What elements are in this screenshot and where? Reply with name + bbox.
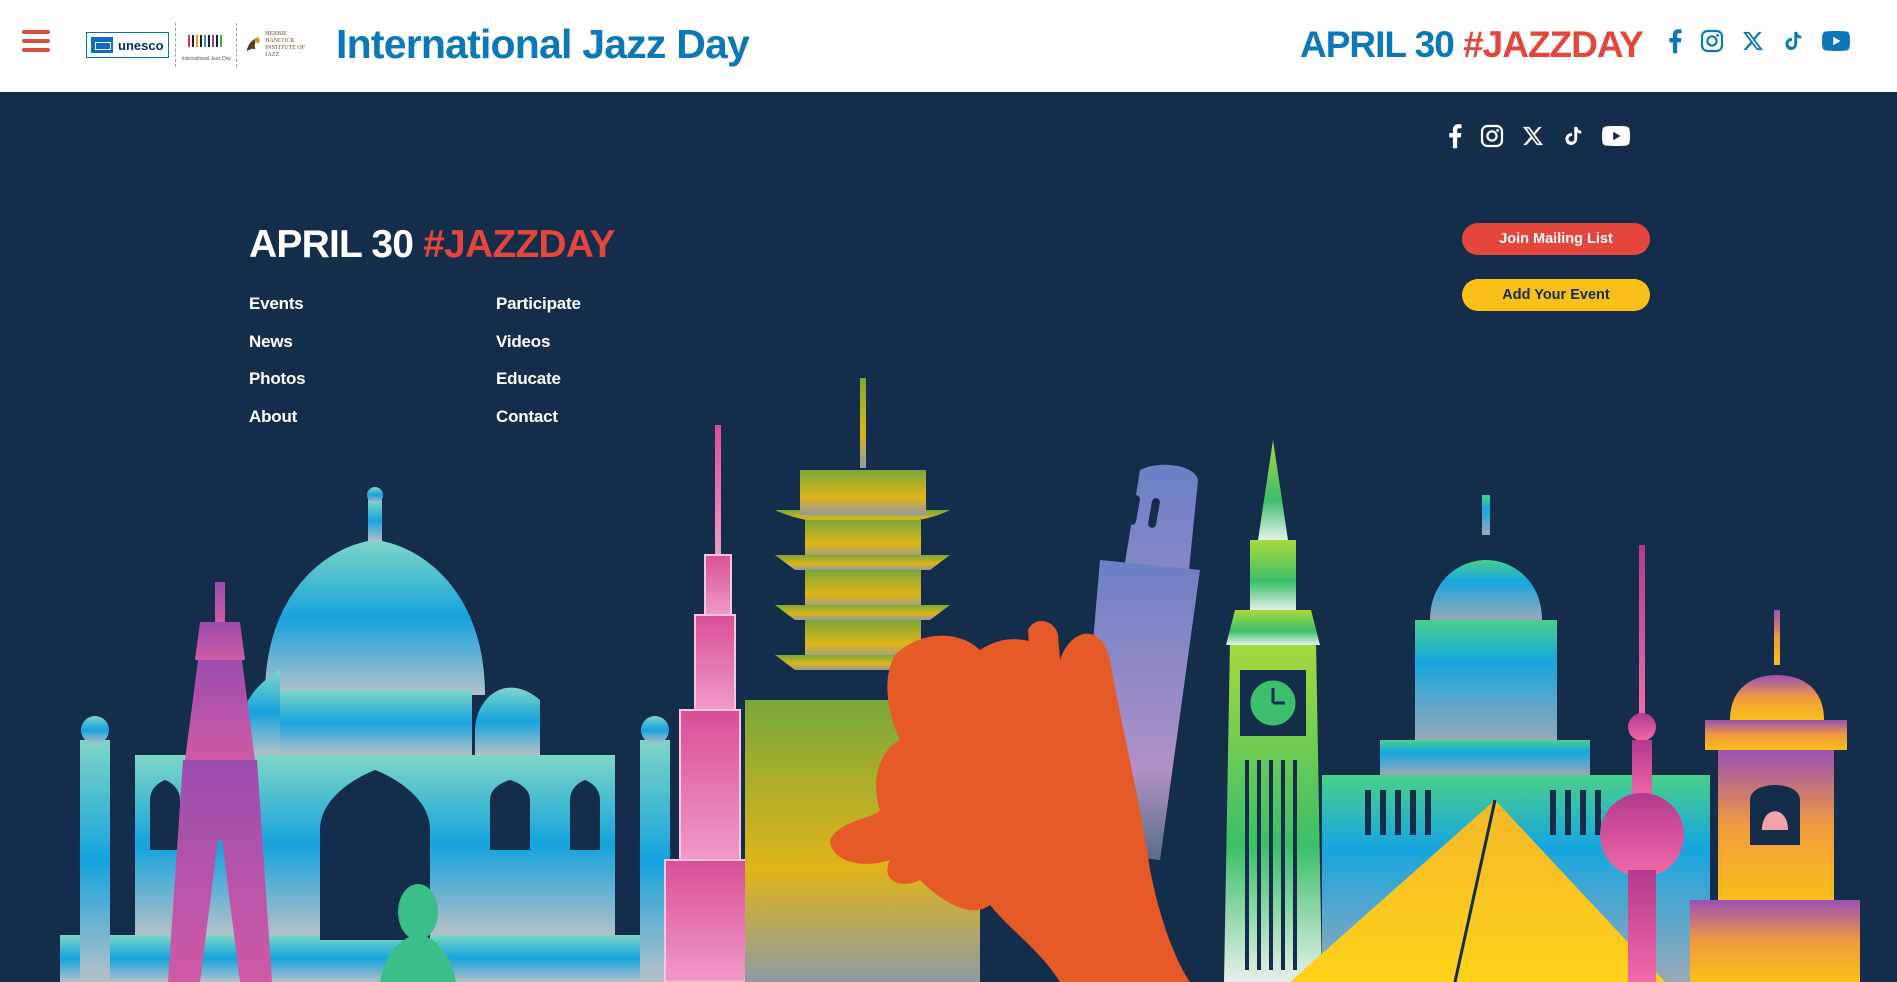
piano-keys-icon (187, 35, 222, 47)
big-ben-clock-icon (1240, 670, 1306, 736)
nav-link-events[interactable]: Events (249, 294, 305, 332)
x-icon[interactable] (1522, 125, 1544, 147)
footer-date: APRIL 30 (249, 223, 414, 266)
facebook-icon[interactable] (1668, 28, 1682, 54)
instagram-icon[interactable] (1700, 29, 1724, 53)
x-icon[interactable] (1742, 30, 1764, 52)
logo-divider (235, 23, 237, 67)
unesco-temple-icon (91, 37, 113, 53)
join-mailing-list-button[interactable]: Join Mailing List (1462, 223, 1650, 255)
nav-link-participate[interactable]: Participate (496, 294, 581, 332)
tiktok-icon[interactable] (1562, 125, 1584, 147)
hhi-emblem-icon (246, 36, 260, 52)
logo-divider (174, 23, 176, 67)
unesco-logo[interactable]: unesco (86, 32, 169, 58)
bell-icon (1750, 785, 1800, 845)
unesco-logo-text: unesco (118, 37, 164, 53)
tiktok-icon[interactable] (1782, 30, 1804, 52)
facebook-icon[interactable] (1448, 122, 1462, 150)
header-hashtag: #JAZZDAY (1463, 24, 1644, 65)
partner-logos: unesco International Jazz Day HERBIE HAN… (86, 20, 315, 70)
header-date-hashtag: APRIL 30 #JAZZDAY (1300, 22, 1644, 68)
site-title[interactable]: International Jazz Day (336, 20, 750, 68)
hhi-logo-line1: HERBIE HANCOCK (265, 31, 295, 44)
youtube-icon[interactable] (1822, 31, 1850, 51)
world-landmarks-skyline-illustration (60, 378, 1860, 982)
hhi-logo-line2: INSTITUTE OF JAZZ (265, 45, 305, 58)
footer-date-hashtag: APRIL 30 #JAZZDAY (249, 222, 616, 268)
footer-social-icons (1448, 122, 1648, 150)
youtube-icon[interactable] (1602, 126, 1630, 146)
hamburger-menu-icon[interactable] (22, 30, 50, 54)
header-social-icons (1668, 28, 1868, 54)
hhi-logo[interactable]: HERBIE HANCOCK INSTITUTE OF JAZZ (243, 25, 315, 65)
site-header: unesco International Jazz Day HERBIE HAN… (0, 0, 1897, 92)
jazz-day-logo-caption: International Jazz Day (181, 56, 231, 62)
jazz-day-logo[interactable]: International Jazz Day (181, 23, 231, 67)
header-date: APRIL 30 (1300, 24, 1455, 65)
instagram-icon[interactable] (1480, 124, 1504, 148)
footer-hashtag: #JAZZDAY (423, 223, 615, 266)
add-your-event-button[interactable]: Add Your Event (1462, 279, 1650, 311)
